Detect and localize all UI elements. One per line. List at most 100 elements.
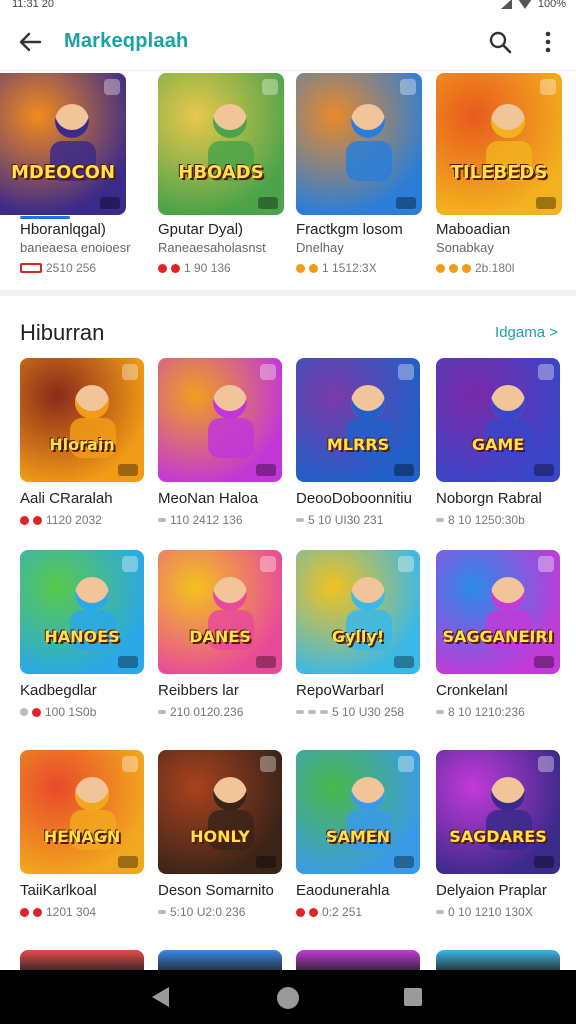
app-card[interactable]: HONLY Deson Somarnito 5:10 U2:0 236	[158, 750, 282, 919]
rating-badge	[534, 464, 554, 476]
app-card[interactable]: MeoNan Haloa 110 2412 136	[158, 358, 282, 527]
featured-card[interactable]: TILEBEDS Maboadian Sonabkay 2b.180l	[436, 73, 562, 275]
app-card[interactable]: SAMEN Eaodunerahla 0:2 251	[296, 750, 420, 919]
app-card[interactable]: Hlorain Aali CRaralah 1120 2032	[20, 358, 144, 527]
game-artwork: MLRRS	[296, 358, 420, 482]
featured-card[interactable]: Fractkgm losom Dnelhay 1 1512:3X	[296, 73, 422, 275]
signal-icon	[500, 0, 512, 9]
corner-badge	[260, 556, 276, 572]
status-time: 11:31 20	[12, 0, 55, 10]
rating-badge	[396, 197, 416, 209]
app-card[interactable]: SAGDARES Delyaion Praplar 0 10 1210 130X	[436, 750, 560, 919]
app-title: Delyaion Praplar	[436, 882, 547, 899]
app-title: Noborgn Rabral	[436, 490, 542, 507]
app-title: Kadbegdlar	[20, 682, 97, 699]
game-logo-text: DANES	[189, 627, 251, 647]
rating-icon	[20, 263, 42, 273]
featured-thumbnail: MDEOCON	[0, 73, 126, 215]
app-thumbnail: SAGGANEIRI	[436, 550, 560, 674]
app-bar: Markeqplaah	[0, 14, 576, 70]
rating-badge	[258, 197, 278, 209]
corner-badge	[104, 79, 120, 95]
game-logo-text: HBOADS	[178, 161, 264, 183]
featured-subtitle: Sonabkay	[436, 240, 494, 255]
game-logo-text: Hlorain	[49, 435, 115, 455]
game-logo-text: HANOES	[44, 627, 120, 647]
app-thumbnail: MLRRS	[296, 358, 420, 482]
app-thumbnail: HONLY	[158, 750, 282, 874]
character-figure	[350, 577, 385, 612]
app-meta: 0 10 1210 130X	[436, 905, 560, 919]
section-title: Hiburran	[20, 320, 105, 345]
app-card[interactable]: SAGGANEIRI Cronkelanl 8 10 1210:236	[436, 550, 560, 719]
game-logo-text: TILEBEDS	[450, 161, 548, 183]
corner-badge	[262, 79, 278, 95]
app-card[interactable]: HANOES Kadbegdlar 100 1S0b	[20, 550, 144, 719]
featured-card[interactable]: MDEOCON Hboranlqgal) baneaesa enoioesr 2510…	[0, 73, 131, 275]
app-meta: 8 10 1210:236	[436, 705, 560, 719]
app-meta: 0:2 251	[296, 905, 420, 919]
rating-icon	[296, 710, 304, 714]
app-card[interactable]: Gylly! RepoWarbarl 5 10 U30 258	[296, 550, 420, 719]
more-vert-icon	[545, 31, 551, 53]
app-card[interactable]: MLRRS DeooDoboonnitiu 5 10 UI30 231	[296, 358, 420, 527]
rating-badge	[394, 656, 414, 668]
featured-title: Fractkgm losom	[296, 221, 403, 238]
back-button[interactable]	[14, 26, 46, 58]
nav-back-button[interactable]	[152, 987, 169, 1007]
arrow-left-icon	[19, 32, 42, 52]
rating-badge	[536, 197, 556, 209]
rating-icon	[20, 907, 29, 917]
game-logo-text: GAME	[471, 435, 525, 455]
rating-badge	[100, 197, 120, 209]
featured-card[interactable]: HBOADS Gputar Dyal) Raneaesaholasnst 1 90 1…	[158, 73, 284, 275]
game-artwork: Hlorain	[20, 358, 144, 482]
app-meta: 1201 304	[20, 905, 144, 919]
game-artwork: Gylly!	[296, 550, 420, 674]
nav-recents-button[interactable]	[404, 988, 422, 1006]
search-icon	[489, 31, 512, 54]
rating-icon	[33, 907, 42, 917]
app-meta: 8 10 1250:30b	[436, 513, 560, 527]
featured-meta: 2b.180l	[436, 261, 562, 275]
search-button[interactable]	[484, 26, 516, 58]
character-figure	[212, 777, 247, 812]
app-card[interactable]: HENAGN TaiiKarlkoal 1201 304	[20, 750, 144, 919]
game-artwork: GAME	[436, 358, 560, 482]
featured-carousel: MDEOCON Hboranlqgal) baneaesa enoioesr 2510…	[0, 70, 576, 292]
rating-icon	[33, 515, 42, 525]
status-icons: 100%	[500, 0, 566, 10]
see-more-link[interactable]: Idgama >	[495, 324, 558, 341]
game-artwork: SAMEN	[296, 750, 420, 874]
app-meta: 210 0120.236	[158, 705, 282, 719]
featured-meta: 1 90 136	[158, 261, 284, 275]
featured-meta: 2510 256	[0, 261, 126, 275]
character-body	[207, 417, 254, 458]
app-card[interactable]: GAME Noborgn Rabral 8 10 1250:30b	[436, 358, 560, 527]
corner-badge	[122, 556, 138, 572]
game-artwork: HENAGN	[20, 750, 144, 874]
app-thumbnail: Hlorain	[20, 358, 144, 482]
rating-badge	[256, 464, 276, 476]
app-card[interactable]: DANES Reibbers lar 210 0120.236	[158, 550, 282, 719]
corner-badge	[122, 364, 138, 380]
app-meta: 5 10 UI30 231	[296, 513, 420, 527]
corner-badge	[122, 756, 138, 772]
app-title: DeooDoboonnitiu	[296, 490, 412, 507]
featured-thumbnail: HBOADS	[158, 73, 284, 215]
app-meta-text: 110 2412 136	[170, 513, 243, 527]
app-meta-text: 210 0120.236	[170, 705, 244, 719]
app-meta-text: 5 10 UI30 231	[308, 513, 384, 527]
nav-home-button[interactable]	[277, 987, 299, 1009]
rating-icon	[309, 907, 318, 917]
app-thumbnail: HANOES	[20, 550, 144, 674]
character-figure	[490, 777, 525, 812]
rating-badge	[534, 656, 554, 668]
app-meta: 5 10 U30 258	[296, 705, 420, 719]
app-thumbnail: Gylly!	[296, 550, 420, 674]
more-options-button[interactable]	[534, 26, 562, 58]
app-meta: 1120 2032	[20, 513, 144, 527]
app-meta-text: 8 10 1210:236	[448, 705, 525, 719]
corner-badge	[398, 556, 414, 572]
rating-icon	[32, 707, 41, 717]
